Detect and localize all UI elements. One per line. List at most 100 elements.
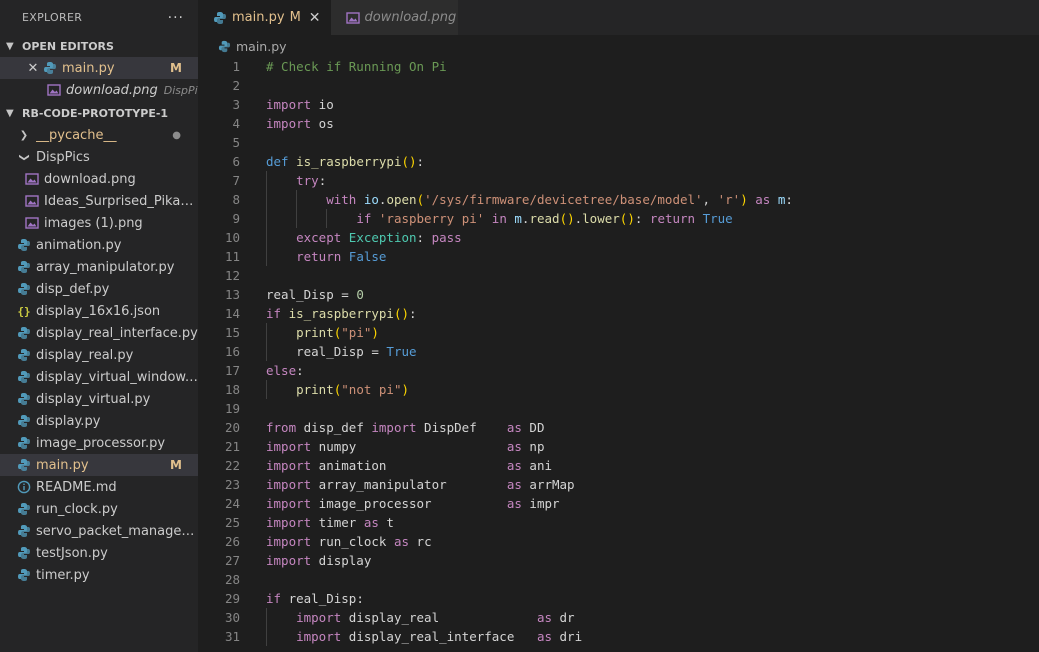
file-item[interactable]: {} display_16x16.json — [0, 300, 198, 322]
line-number: 24 — [224, 496, 240, 511]
code-line[interactable]: 14 if is_raspberrypi(): — [198, 304, 1039, 323]
indent-guide — [296, 209, 298, 228]
modified-badge: M — [170, 61, 182, 75]
tab-label: download.png — [364, 10, 457, 25]
modified-badge: M — [289, 10, 301, 25]
open-editor-description: DispPics — [163, 83, 198, 97]
code-line[interactable]: 8 with io.open('/sys/firmware/devicetree… — [198, 190, 1039, 209]
file-item[interactable]: animation.py — [0, 234, 198, 256]
line-number: 6 — [232, 154, 240, 169]
code-line[interactable]: 26 import run_clock as rc — [198, 532, 1039, 551]
line-number: 1 — [232, 59, 240, 74]
code-line[interactable]: 1 # Check if Running On Pi — [198, 57, 1039, 76]
explorer-title: EXPLORER — [22, 11, 83, 24]
folder-pycache[interactable]: ❯ __pycache__ ● — [0, 124, 198, 146]
file-item[interactable]: image_processor.py — [0, 432, 198, 454]
line-number: 25 — [224, 515, 240, 530]
line-number: 28 — [224, 572, 240, 587]
folder-disppics[interactable]: ❯ DispPics — [0, 146, 198, 168]
indent-guide — [326, 209, 328, 228]
code-line[interactable]: 16 real_Disp = True — [198, 342, 1039, 361]
code-line[interactable]: 2 — [198, 76, 1039, 95]
line-number: 4 — [232, 116, 240, 131]
code-line[interactable]: 13 real_Disp = 0 — [198, 285, 1039, 304]
code-text: import run_clock as rc — [266, 534, 432, 549]
file-item[interactable]: Ideas_Surprised_Pikachu... — [0, 190, 198, 212]
file-label: servo_packet_manager.py — [36, 523, 198, 539]
file-item[interactable]: main.py M — [0, 454, 198, 476]
file-label: images (1).png — [44, 215, 143, 231]
code-line[interactable]: 11 return False — [198, 247, 1039, 266]
more-actions-icon[interactable]: ··· — [168, 10, 184, 26]
code-text: import display — [266, 553, 372, 568]
code-line[interactable]: 9 if 'raspberry pi' in m.read().lower():… — [198, 209, 1039, 228]
file-item[interactable]: array_manipulator.py — [0, 256, 198, 278]
tab-download-png[interactable]: download.png — [330, 0, 458, 35]
file-label: display_virtual.py — [36, 391, 151, 407]
file-item[interactable]: display_real.py — [0, 344, 198, 366]
line-number: 9 — [232, 211, 240, 226]
file-label: display_real.py — [36, 347, 134, 363]
code-text: try: — [296, 173, 327, 188]
code-line[interactable]: 18 print("not pi") — [198, 380, 1039, 399]
file-item[interactable]: run_clock.py — [0, 498, 198, 520]
line-number: 10 — [224, 230, 240, 245]
file-item[interactable]: display_virtual.py — [0, 388, 198, 410]
code-line[interactable]: 4 import os — [198, 114, 1039, 133]
code-line[interactable]: 27 import display — [198, 551, 1039, 570]
code-line[interactable]: 24 import image_processor as impr — [198, 494, 1039, 513]
file-item[interactable]: servo_packet_manager.py — [0, 520, 198, 542]
code-line[interactable]: 6 def is_raspberrypi(): — [198, 152, 1039, 171]
python-file-icon — [16, 369, 32, 385]
file-item[interactable]: display_real_interface.py — [0, 322, 198, 344]
file-item[interactable]: disp_def.py — [0, 278, 198, 300]
file-item[interactable]: download.png — [0, 168, 198, 190]
file-item[interactable]: testJson.py — [0, 542, 198, 564]
file-label: main.py — [36, 457, 89, 473]
file-item[interactable]: images (1).png — [0, 212, 198, 234]
line-number: 22 — [224, 458, 240, 473]
code-line[interactable]: 28 — [198, 570, 1039, 589]
code-line[interactable]: 10 except Exception: pass — [198, 228, 1039, 247]
file-item[interactable]: display_virtual_window.py — [0, 366, 198, 388]
line-number: 13 — [224, 287, 240, 302]
code-line[interactable]: 21 import numpy as np — [198, 437, 1039, 456]
code-line[interactable]: 20 from disp_def import DispDef as DD — [198, 418, 1039, 437]
file-item[interactable]: README.md — [0, 476, 198, 498]
project-section[interactable]: ▼ RB-CODE-PROTOTYPE-1 — [0, 102, 198, 124]
open-editors-section[interactable]: ▼ OPEN EDITORS — [0, 35, 198, 57]
indent-guide — [266, 171, 267, 190]
code-line[interactable]: 23 import array_manipulator as arrMap — [198, 475, 1039, 494]
code-line[interactable]: 22 import animation as ani — [198, 456, 1039, 475]
file-label: display_virtual_window.py — [36, 369, 198, 385]
code-line[interactable]: 17 else: — [198, 361, 1039, 380]
close-icon[interactable]: ✕ — [309, 10, 321, 26]
code-line[interactable]: 3 import io — [198, 95, 1039, 114]
code-line[interactable]: 31 import display_real_interface as dri — [198, 627, 1039, 646]
close-icon[interactable]: ✕ — [24, 61, 42, 76]
code-line[interactable]: 12 — [198, 266, 1039, 285]
file-item[interactable]: timer.py — [0, 564, 198, 586]
code-line[interactable]: 19 — [198, 399, 1039, 418]
file-item[interactable]: display.py — [0, 410, 198, 432]
code-line[interactable]: 5 — [198, 133, 1039, 152]
python-file-icon — [42, 60, 58, 76]
code-text: import display_real as dr — [296, 610, 575, 625]
line-number: 17 — [224, 363, 240, 378]
code-line[interactable]: 25 import timer as t — [198, 513, 1039, 532]
file-label: download.png — [44, 171, 136, 187]
line-number: 21 — [224, 439, 240, 454]
breadcrumb[interactable]: main.py — [198, 35, 1039, 57]
code-editor[interactable]: 1 # Check if Running On Pi 2 3 import io 4 imp… — [198, 57, 1039, 646]
tab-main-py[interactable]: main.py M ✕ — [198, 0, 331, 35]
indent-guide — [266, 228, 267, 247]
code-line[interactable]: 15 print("pi") — [198, 323, 1039, 342]
open-editor-main-py[interactable]: ✕ main.py M — [0, 57, 198, 79]
python-file-icon — [16, 457, 32, 473]
line-number: 7 — [232, 173, 240, 188]
open-editors-title: OPEN EDITORS — [22, 39, 114, 53]
code-line[interactable]: 29 if real_Disp: — [198, 589, 1039, 608]
code-line[interactable]: 7 try: — [198, 171, 1039, 190]
open-editor-download-png[interactable]: download.png DispPics — [0, 79, 198, 101]
code-line[interactable]: 30 import display_real as dr — [198, 608, 1039, 627]
